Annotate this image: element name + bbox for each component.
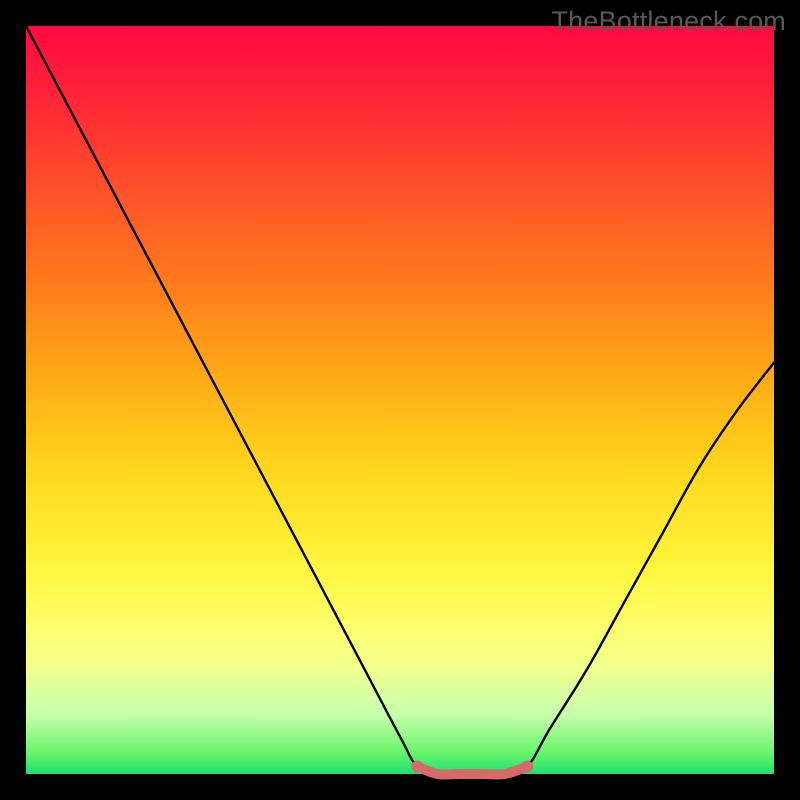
floor-highlight bbox=[417, 767, 527, 775]
chart-stage: TheBottleneck.com bbox=[0, 0, 800, 800]
floor-endpoint-dot bbox=[411, 761, 423, 773]
bottleneck-curve bbox=[26, 26, 774, 775]
floor-endpoint-dot bbox=[521, 761, 533, 773]
watermark-text: TheBottleneck.com bbox=[551, 6, 786, 37]
chart-svg bbox=[26, 26, 774, 774]
plot-area bbox=[26, 26, 774, 774]
